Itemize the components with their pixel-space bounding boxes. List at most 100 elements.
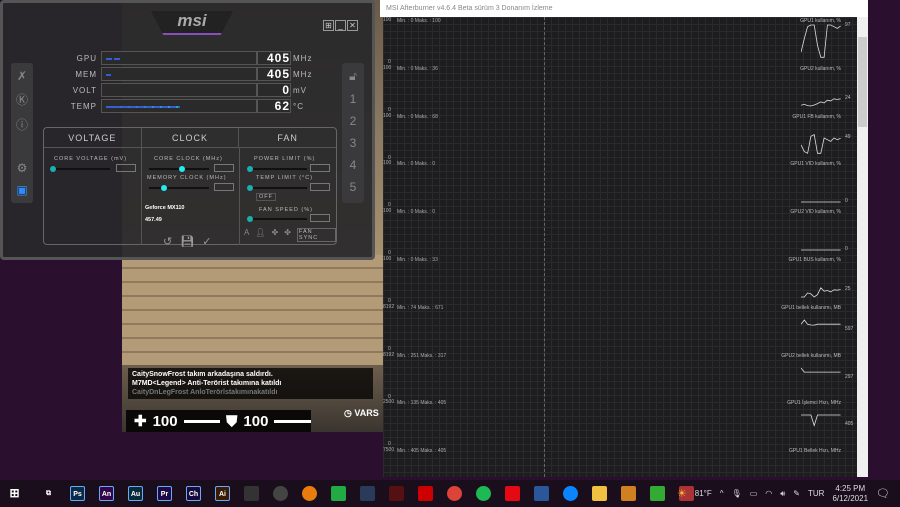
app-ai-icon[interactable]: Ai (215, 486, 230, 501)
graph-name: GPU1 Bellek Hızı, MHz (789, 448, 841, 455)
minimize-button[interactable]: _ (335, 20, 346, 31)
save-icon[interactable]: 💾︎ (180, 235, 194, 248)
monitor-scrollbar[interactable] (857, 17, 868, 477)
reset-icon[interactable]: ↺ (163, 235, 172, 248)
tab-fan[interactable]: FAN (239, 128, 336, 147)
fan-sync-button[interactable]: FAN SYNC (296, 228, 336, 242)
fan2-icon[interactable]: ✤ (284, 228, 291, 242)
graph-minmax: Min. : 135 Maks. : 405 (397, 400, 447, 407)
app-icon[interactable] (273, 486, 288, 501)
monitor-unit: mV (293, 85, 307, 95)
app-pr-icon[interactable]: Pr (157, 486, 172, 501)
graph-line (801, 249, 841, 251)
graph-max: 2500 (383, 399, 395, 406)
monitor-icon[interactable]: ▣ (16, 183, 27, 197)
app-icon[interactable] (389, 486, 404, 501)
settings-gear-icon[interactable]: ⚙ (17, 161, 28, 175)
power-limit-slider[interactable] (247, 166, 307, 172)
fan-speed-slider[interactable] (247, 216, 307, 222)
core-voltage-input[interactable] (116, 164, 136, 172)
power-limit-input[interactable] (310, 164, 330, 172)
xbox-icon[interactable] (650, 486, 665, 501)
app-icon[interactable] (331, 486, 346, 501)
graph-max: 100 (383, 160, 392, 167)
monitor-value: 62 (257, 99, 291, 113)
app-au-icon[interactable]: Au (128, 486, 143, 501)
health-value: 100 (152, 412, 178, 430)
graph-line (801, 414, 841, 428)
app-ch-icon[interactable]: Ch (186, 486, 201, 501)
fan1-icon[interactable]: ✤ (272, 228, 279, 242)
profile-4[interactable]: 4 (350, 158, 357, 172)
graph-panel: 100 0 Min. : 0 Maks. : 36 GPU2 kullanım, % 2… (383, 65, 857, 113)
app-icon[interactable] (244, 486, 259, 501)
profile-5[interactable]: 5 (350, 180, 357, 194)
chevron-up-icon[interactable]: ^ (720, 489, 724, 498)
fan-auto-toggle[interactable]: OFF (256, 193, 276, 201)
task-view-icon[interactable]: ⧉ (41, 486, 56, 501)
profile-1[interactable]: 1 (350, 92, 357, 106)
oc-scanner-icon[interactable]: ✗ (17, 69, 27, 83)
start-button[interactable]: ⊞ (7, 486, 22, 501)
tab-clock[interactable]: CLOCK (142, 128, 240, 147)
monitor-gpu: GPU 405 MHz (67, 51, 312, 65)
file-explorer-icon[interactable] (592, 486, 607, 501)
chrome-icon[interactable] (447, 486, 462, 501)
memory-clock-input[interactable] (214, 183, 234, 191)
graph-current-value: 25 (845, 285, 851, 292)
graph-line (801, 98, 841, 107)
graph-minmax: Min. : 0 Maks. : 0 (397, 209, 436, 216)
auto-fan-button[interactable]: A (244, 228, 249, 242)
wifi-icon[interactable]: ◠ (765, 489, 772, 498)
netflix-icon[interactable] (505, 486, 520, 501)
close-button[interactable]: ✕ (347, 20, 358, 31)
apply-icon[interactable]: ✓ (202, 235, 211, 248)
weather-temp[interactable]: 81°F (695, 489, 712, 498)
steam-icon[interactable] (360, 486, 375, 501)
graph-line (801, 287, 841, 298)
tab-voltage[interactable]: VOLTAGE (44, 128, 142, 147)
language-indicator[interactable]: TUR (808, 489, 824, 498)
fan-speed-input[interactable] (310, 214, 330, 222)
network-icon[interactable]: ✎ (793, 489, 800, 498)
microphone-icon[interactable]: 🎙︎ (732, 489, 742, 498)
csgo-icon[interactable] (621, 486, 636, 501)
chat-line: CaityDnLegFrost AnloTerörlstakımınakatıl… (132, 389, 278, 396)
core-clock-slider[interactable] (149, 166, 209, 172)
memory-clock-slider[interactable] (149, 185, 209, 191)
profile-3[interactable]: 3 (350, 136, 357, 150)
battery-icon[interactable]: ▭ (750, 489, 758, 498)
afterburner-icon[interactable] (418, 486, 433, 501)
windows-icon[interactable]: ⊞ (323, 20, 334, 31)
graph-line (801, 133, 841, 154)
time-cursor (544, 17, 545, 477)
weather-icon[interactable]: ☀ (677, 487, 687, 500)
clock[interactable]: 4:25 PM 6/12/2021 (832, 484, 868, 504)
blender-icon[interactable] (302, 486, 317, 501)
monitor-volt: VOLT 0 mV (67, 83, 307, 97)
monitor-mem: MEM 405 MHz (67, 67, 312, 81)
user-icon[interactable]: 👤︎ (255, 228, 265, 242)
graph-minmax: Min. : 251 Maks. : 317 (397, 352, 447, 359)
k-boost-icon[interactable]: Ⓚ (16, 91, 28, 108)
core-voltage-slider[interactable] (50, 166, 110, 172)
app-ps-icon[interactable]: Ps (70, 486, 85, 501)
profile-2[interactable]: 2 (350, 114, 357, 128)
graph-panel: 100 0 Min. : 0 Maks. : 0 GPU1 VID kullanım,… (383, 160, 857, 208)
graph-minmax: Min. : 0 Maks. : 33 (397, 257, 438, 263)
volume-icon[interactable]: 🔊︎ (780, 489, 785, 499)
lock-icon[interactable]: 🔓︎ (349, 69, 357, 84)
spotify-icon[interactable] (476, 486, 491, 501)
app-an-icon[interactable]: An (99, 486, 114, 501)
info-icon[interactable]: ⓘ (16, 116, 28, 133)
graph-max: 7500 (383, 447, 395, 454)
temp-limit-slider[interactable] (247, 185, 307, 191)
driver-version: 457.49 (145, 217, 162, 223)
notifications-icon[interactable]: 🗨︎ (876, 487, 890, 500)
temp-limit-input[interactable] (310, 183, 330, 191)
word-icon[interactable] (534, 486, 549, 501)
app-icon[interactable] (563, 486, 578, 501)
core-clock-input[interactable] (214, 164, 234, 172)
graph-max: 8192 (383, 351, 395, 358)
monitor-bar (101, 67, 257, 81)
